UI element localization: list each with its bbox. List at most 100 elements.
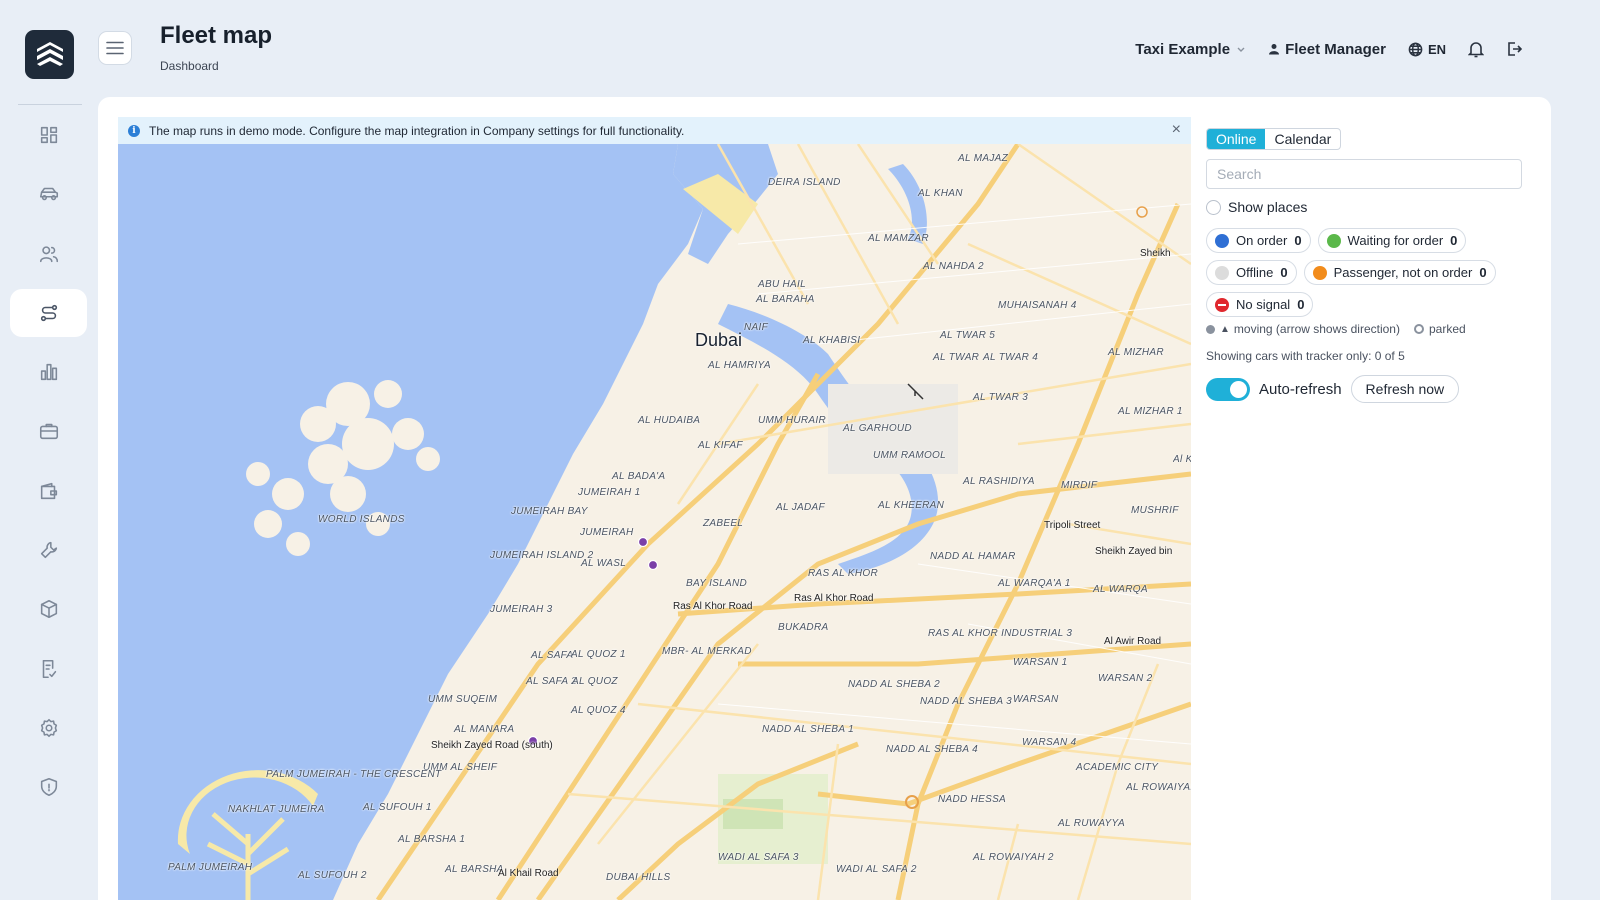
sidebar-item-reports[interactable] [10,348,87,396]
map-label-district: NAIF [744,322,768,333]
view-tabs: Online Calendar [1206,128,1342,150]
auto-refresh-toggle[interactable] [1206,377,1250,401]
map-label-district: AL WARQA [1093,584,1148,595]
show-places-label: Show places [1228,199,1308,215]
map-label-road: Ras Al Khor Road [673,601,753,612]
map-label-district: AL MANARA [454,724,515,735]
sidebar-item-tasks[interactable] [10,645,87,693]
map-label-district: AL RUWAYYA [1058,818,1125,829]
map-label-district: AL MIZHAR 1 [1118,406,1183,417]
sidebar-nav [10,111,87,823]
map-label-district: PALM JUMEIRAH - THE CRESCENT [266,769,442,780]
status-chip-waiting[interactable]: Waiting for order 0 [1317,228,1467,253]
control-panel: Online Calendar Show places On order 0 W… [1206,128,1536,403]
map-label-district: MBR- AL MERKAD [662,646,752,657]
map-view[interactable]: Dubai AL MAJAZ DEIRA ISLAND AL KHAN AL MAMZ… [118,144,1191,900]
logo-icon [36,41,63,66]
menu-toggle-button[interactable] [98,31,132,65]
map-label-district: PALM JUMEIRAH [168,862,253,873]
notifications-button[interactable] [1468,40,1484,58]
map-label-district: MIRDIF [1061,480,1098,491]
map-label-road: Sheikh Zayed bin [1095,546,1173,557]
banner-text: The map runs in demo mode. Configure the… [149,123,685,138]
map-label-district: ABU HAIL [758,279,806,290]
close-icon[interactable]: × [1172,122,1181,138]
user-name: Fleet Manager [1285,40,1386,58]
legend-parked: parked [1428,322,1466,336]
parked-ring-icon [1413,324,1424,334]
map-label-district: JUMEIRAH BAY [511,506,588,517]
status-label: No signal [1236,297,1291,312]
map-label-district: JUMEIRAH 1 [578,487,641,498]
sidebar-item-vehicles[interactable] [10,170,87,218]
language-selector[interactable]: EN [1408,42,1446,57]
map-label-road: Ras Al Khor Road [794,593,874,604]
search-input[interactable] [1206,159,1522,189]
status-dot [1215,265,1229,280]
map-label-district: NADD AL SHEBA 3 [920,696,1012,707]
sidebar-item-wallet[interactable] [10,467,87,515]
car-icon [39,188,58,201]
map-label-district: NADD AL SHEBA 2 [848,679,940,690]
info-icon: i [128,124,140,137]
user-icon [1269,44,1280,55]
sidebar-item-settings[interactable] [10,704,87,752]
sidebar-item-dashboard[interactable] [10,111,87,159]
sidebar-item-maintenance[interactable] [10,526,87,574]
status-label: On order [1236,233,1288,248]
map-label-district: AL MAJAZ [958,153,1009,164]
tracker-info: Showing cars with tracker only: 0 of 5 [1206,349,1405,363]
map-canvas[interactable] [118,144,1191,900]
show-places-radio[interactable] [1206,199,1221,215]
logout-button[interactable] [1506,41,1522,57]
breadcrumb: Dashboard [160,59,219,73]
status-chip-passenger[interactable]: Passenger, not on order 0 [1303,260,1496,285]
map-label-district: DUBAI HILLS [606,872,671,883]
status-count: 0 [1479,265,1487,280]
tab-online[interactable]: Online [1207,129,1266,149]
status-dot [1312,265,1327,280]
show-places-option[interactable]: Show places [1206,199,1307,215]
status-count: 0 [1297,297,1305,312]
map-label-district: AL JADAF [776,502,825,513]
sidebar-item-drivers[interactable] [10,230,87,278]
map-label-district: AL HUDAIBA [638,415,701,426]
status-chip-no-signal[interactable]: No signal 0 [1206,292,1314,317]
map-label-road: Tripoli Street [1044,520,1101,531]
map-label-district: JUMEIRAH [580,527,634,538]
map-label-district: AL QUOZ [572,676,618,687]
map-label-district: AL QUOZ 4 [571,705,626,716]
company-selector[interactable]: Taxi Example [1135,41,1246,58]
tab-calendar[interactable]: Calendar [1265,129,1340,149]
map-label-district: Al Kh [1173,454,1191,465]
map-label-city: Dubai [695,330,743,350]
sidebar-item-business[interactable] [10,407,87,455]
status-chip-offline[interactable]: Offline 0 [1206,260,1297,285]
hamburger-icon [106,41,124,55]
status-chip-on-order[interactable]: On order 0 [1206,228,1311,253]
map-label-district: AL SUFOUH 1 [363,802,432,813]
map-label-district: AL TWAR 3 [973,392,1029,403]
map-label-district: WADI AL SAFA 2 [836,864,917,875]
sidebar-item-security[interactable] [10,763,87,811]
map-label-district: RAS AL KHOR INDUSTRIAL 3 [928,628,1073,639]
map-label-district: AL ROWAIYAH 2 [973,852,1054,863]
sidebar-item-inventory[interactable] [10,585,87,633]
sidebar-item-routes[interactable] [10,288,87,337]
marker-legend: ▲ moving (arrow shows direction) parked [1206,322,1466,336]
refresh-now-button[interactable]: Refresh now [1350,375,1460,403]
user-menu[interactable]: Fleet Manager [1268,41,1386,58]
map-label-road: Al Awir Road [1104,636,1162,647]
arrow-up-icon: ▲ [1220,323,1230,335]
wrench-icon [40,541,57,559]
map-label-district: AL MAMZAR [868,233,929,244]
map-label-district: RAS AL KHOR [808,568,878,579]
logout-icon [1508,42,1522,56]
app-logo[interactable] [25,30,74,79]
grid-icon [40,126,57,144]
map-container: i The map runs in demo mode. Configure t… [118,117,1191,900]
map-label-district: AL TWAR 4 [983,352,1039,363]
map-label-district: AL RASHIDIYA [963,476,1035,487]
page-title: Fleet map [160,22,273,49]
map-label-district: AL HAMRIYA [708,360,771,371]
